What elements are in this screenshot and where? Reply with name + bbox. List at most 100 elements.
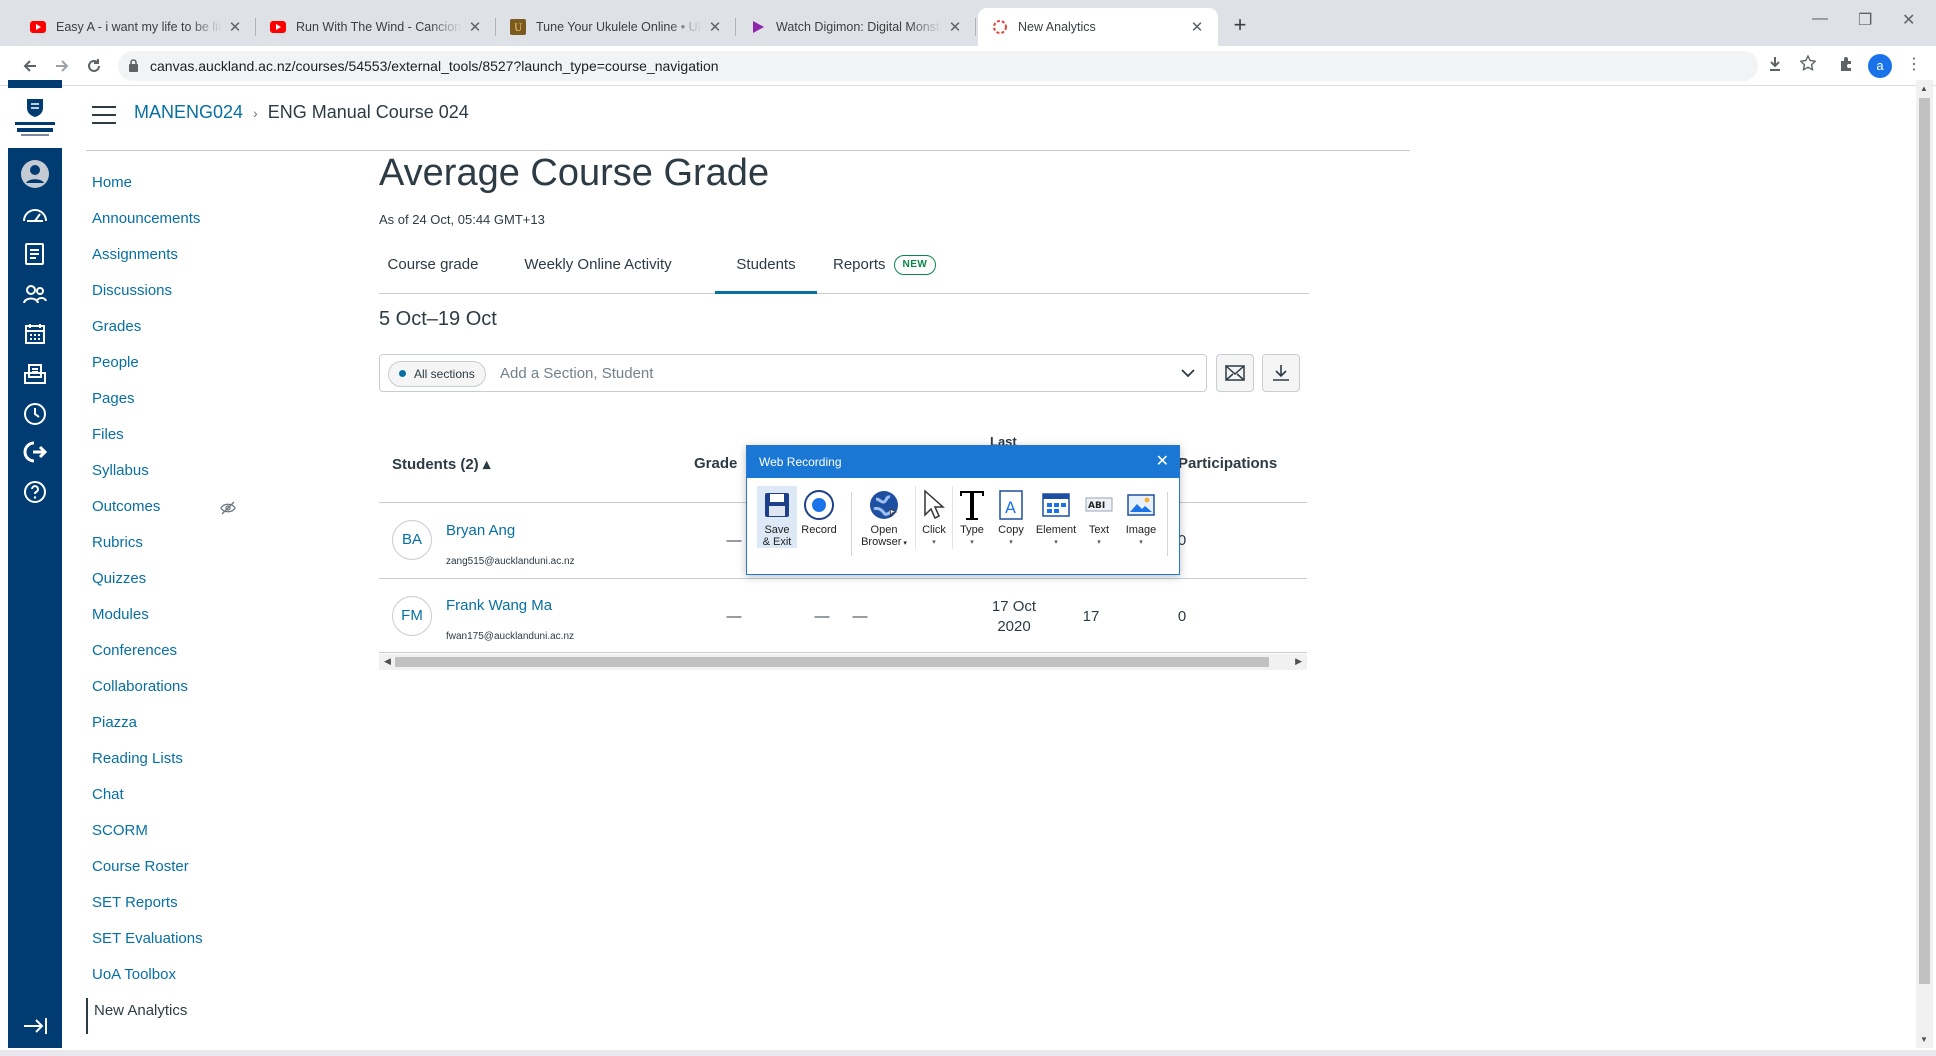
open-browser-button[interactable]: Open Browser ▾ — [857, 486, 911, 550]
course-nav-chat[interactable]: Chat — [86, 782, 266, 818]
close-tab-icon[interactable]: ✕ — [226, 18, 244, 36]
scroll-up-arrow-icon[interactable]: ▲ — [1920, 84, 1928, 93]
ukutabs-icon: U — [510, 19, 526, 35]
calendar-icon[interactable] — [19, 318, 51, 350]
course-nav-outcomes[interactable]: Outcomes — [86, 494, 266, 530]
course-nav-rubrics[interactable]: Rubrics — [86, 530, 266, 566]
menu-dots-icon[interactable]: ⋮ — [1906, 54, 1922, 74]
bookmark-star-icon[interactable] — [1799, 54, 1817, 76]
course-nav-set-evaluations[interactable]: SET Evaluations — [86, 926, 266, 962]
grade-column-header[interactable]: Grade — [694, 455, 737, 472]
course-nav-pages[interactable]: Pages — [86, 386, 266, 422]
commons-icon[interactable] — [19, 436, 51, 468]
collapse-nav-icon[interactable] — [19, 1010, 51, 1042]
play-icon — [750, 19, 766, 35]
course-nav-course-roster[interactable]: Course Roster — [86, 854, 266, 890]
course-nav-reading-lists[interactable]: Reading Lists — [86, 746, 266, 782]
forward-icon[interactable] — [50, 54, 74, 78]
chevron-down-icon[interactable] — [1180, 365, 1196, 386]
course-nav-set-reports[interactable]: SET Reports — [86, 890, 266, 926]
student-name-link[interactable]: Frank Wang Ma — [446, 597, 552, 614]
element-button[interactable]: Element ▾ — [1033, 486, 1079, 549]
reload-icon[interactable] — [82, 54, 106, 78]
course-nav-people[interactable]: People — [86, 350, 266, 386]
save-exit-button[interactable]: Save & Exit — [757, 486, 797, 548]
back-icon[interactable] — [18, 54, 42, 78]
type-label: Type — [960, 524, 984, 536]
scroll-right-arrow-icon[interactable]: ▶ — [1295, 656, 1302, 667]
type-button[interactable]: Type ▾ — [955, 486, 989, 549]
section-student-filter[interactable]: All sections Add a Section, Student — [379, 354, 1207, 392]
page-scrollbar-thumb[interactable] — [1919, 98, 1930, 984]
browser-tab[interactable]: Watch Digimon: Digital Monsters ✕ — [736, 8, 976, 46]
university-logo[interactable] — [8, 88, 62, 148]
course-nav-collaborations[interactable]: Collaborations — [86, 674, 266, 710]
browser-tab[interactable]: Easy A - i want my life to be like ✕ — [16, 8, 256, 46]
element-label: Element — [1035, 524, 1077, 536]
history-clock-icon[interactable] — [19, 398, 51, 430]
page-vertical-scrollbar[interactable]: ▲ ▼ — [1916, 80, 1933, 1048]
download-icon[interactable] — [1768, 56, 1782, 77]
message-students-button[interactable] — [1216, 354, 1254, 392]
course-nav-quizzes[interactable]: Quizzes — [86, 566, 266, 602]
browser-tab-active[interactable]: New Analytics ✕ — [978, 8, 1218, 46]
click-button[interactable]: Click ▾ — [915, 486, 953, 549]
text-button[interactable]: ABI Text ▾ — [1081, 486, 1117, 549]
scrollbar-thumb[interactable] — [395, 657, 1269, 667]
browser-tab[interactable]: U Tune Your Ukulele Online • UkuT ✕ — [496, 8, 736, 46]
download-icon — [1273, 365, 1289, 381]
restore-icon[interactable]: ❐ — [1858, 10, 1872, 30]
chip-label: All sections — [414, 367, 475, 381]
all-sections-chip[interactable]: All sections — [388, 361, 486, 387]
extensions-icon[interactable] — [1838, 56, 1854, 77]
tab-reports[interactable]: Reports NEW — [833, 248, 973, 294]
close-tab-icon[interactable]: ✕ — [946, 18, 964, 36]
close-icon[interactable]: ✕ — [1156, 446, 1169, 478]
students-column-header[interactable]: Students (2) ▴ — [392, 455, 490, 473]
browser-tab[interactable]: Run With The Wind - Cancion de ✕ — [256, 8, 496, 46]
course-nav-conferences[interactable]: Conferences — [86, 638, 266, 674]
scroll-down-arrow-icon[interactable]: ▼ — [1920, 1035, 1928, 1044]
profile-avatar[interactable]: a — [1868, 54, 1892, 78]
course-nav-uoa-toolbox[interactable]: UoA Toolbox — [86, 962, 266, 998]
tab-weekly-online-activity[interactable]: Weekly Online Activity — [505, 248, 691, 294]
course-nav-piazza[interactable]: Piazza — [86, 710, 266, 746]
copy-button[interactable]: A Copy ▾ — [993, 486, 1029, 549]
course-nav-home[interactable]: Home — [86, 170, 266, 206]
record-icon — [799, 486, 839, 524]
tab-course-grade[interactable]: Course grade — [379, 248, 487, 294]
course-nav-assignments[interactable]: Assignments — [86, 242, 266, 278]
table-horizontal-scrollbar[interactable]: ◀ ▶ — [379, 654, 1307, 670]
courses-icon[interactable] — [19, 238, 51, 270]
course-nav-syllabus[interactable]: Syllabus — [86, 458, 266, 494]
help-icon[interactable] — [19, 476, 51, 508]
scroll-left-arrow-icon[interactable]: ◀ — [384, 656, 391, 667]
student-name-link[interactable]: Bryan Ang — [446, 522, 515, 539]
course-nav-announcements[interactable]: Announcements — [86, 206, 266, 242]
url-bar[interactable]: canvas.auckland.ac.nz/courses/54553/exte… — [118, 51, 1758, 81]
breadcrumb-course-code[interactable]: MANENG024 — [134, 102, 243, 123]
course-nav-new-analytics[interactable]: New Analytics — [86, 998, 266, 1034]
last-activity-cell: 17 Oct 2020 — [986, 597, 1042, 637]
inbox-icon[interactable] — [19, 358, 51, 390]
tab-students[interactable]: Students — [715, 248, 817, 294]
course-menu-toggle[interactable] — [92, 106, 116, 126]
export-download-button[interactable] — [1262, 354, 1300, 392]
close-tab-icon[interactable]: ✕ — [466, 18, 484, 36]
course-nav-files[interactable]: Files — [86, 422, 266, 458]
course-nav-discussions[interactable]: Discussions — [86, 278, 266, 314]
course-nav-scorm[interactable]: SCORM — [86, 818, 266, 854]
dashboard-icon[interactable] — [19, 198, 51, 230]
account-icon[interactable] — [19, 158, 51, 190]
course-nav-modules[interactable]: Modules — [86, 602, 266, 638]
record-button[interactable]: Record — [799, 486, 839, 536]
new-tab-button[interactable]: + — [1226, 12, 1254, 40]
close-tab-icon[interactable]: ✕ — [1188, 18, 1206, 36]
window-close-icon[interactable]: ✕ — [1902, 10, 1915, 30]
image-button[interactable]: Image ▾ — [1119, 486, 1163, 549]
course-nav-grades[interactable]: Grades — [86, 314, 266, 350]
participations-column-header[interactable]: Participations — [1178, 455, 1277, 472]
close-tab-icon[interactable]: ✕ — [706, 18, 724, 36]
groups-icon[interactable] — [19, 278, 51, 310]
minimize-icon[interactable]: — — [1812, 10, 1828, 28]
